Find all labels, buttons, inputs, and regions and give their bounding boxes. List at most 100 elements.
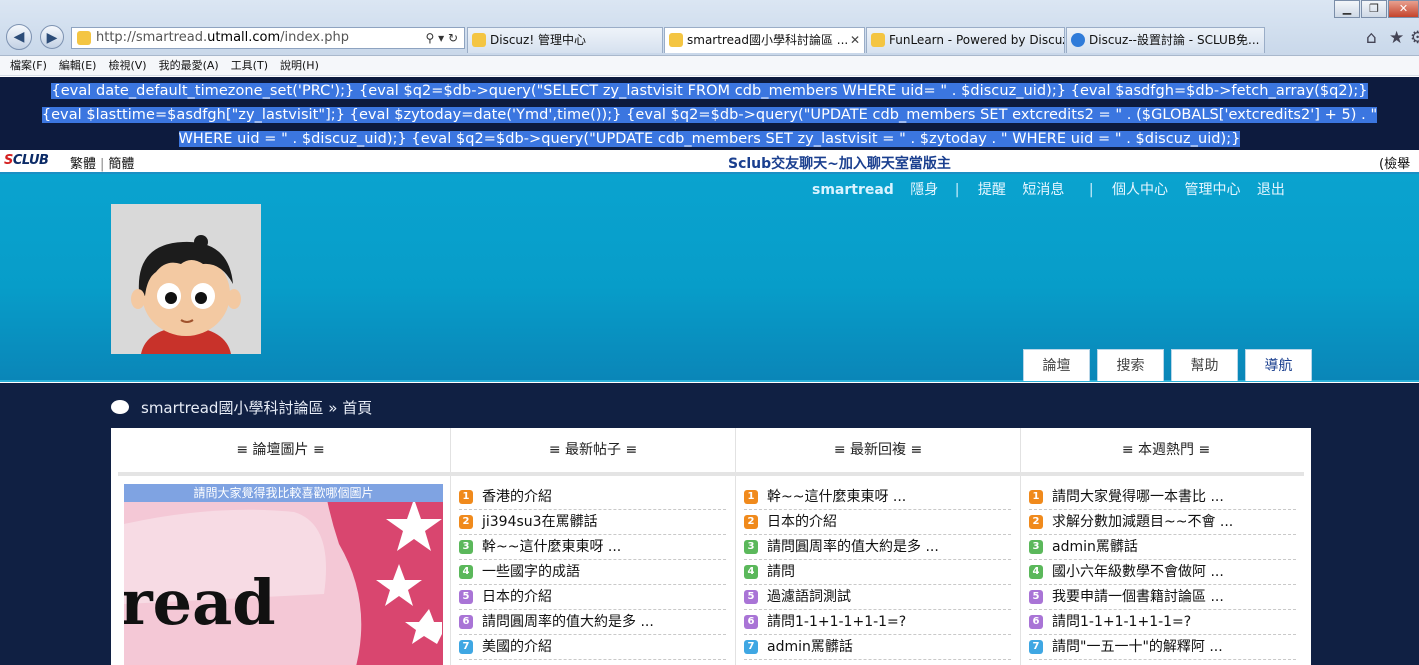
thread-title[interactable]: 過濾語詞測試 [767,589,851,605]
latest-threads-list: 1 香港的介紹 2 ji394su3在罵髒話 3 幹~~這什麼東東呀 ... 4 一些國… [459,485,726,660]
thread-title[interactable]: 請問1-1+1-1+1-1=? [767,614,906,630]
list-item[interactable]: 2 日本的介紹 [744,510,1011,535]
list-item[interactable]: 1 香港的介紹 [459,485,726,510]
thread-title[interactable]: 請問圓周率的值大約是多 ... [767,539,939,555]
tab-help[interactable]: 幫助 [1171,349,1238,381]
list-item[interactable]: 4 請問 [744,560,1011,585]
address-bar[interactable]: http://smartread.utmall.com/index.php ⚲ … [71,27,465,49]
menu-tools[interactable]: 工具(T) [225,56,274,76]
menu-edit[interactable]: 編輯(E) [53,56,103,76]
address-tools-icons[interactable]: ⚲ ▾ ↻ [426,28,459,48]
close-window-button[interactable]: ✕ [1388,0,1419,18]
menu-favorites[interactable]: 我的最愛(A) [153,56,225,76]
admincp-link[interactable]: 管理中心 [1184,182,1240,198]
language-switcher: 繁體 | 簡體 [70,157,135,172]
menu-help[interactable]: 說明(H) [274,56,325,76]
rank-badge: 1 [1029,490,1043,504]
usercp-link[interactable]: 個人中心 [1112,182,1168,198]
tab-smartread[interactable]: smartread國小學科討論區 ... ✕ [664,27,865,53]
thread-title[interactable]: 香港的介紹 [482,489,552,505]
list-item[interactable]: 6 請問1-1+1-1+1-1=? [1029,610,1296,635]
thread-title[interactable]: 一些國字的成語 [482,564,580,580]
tab-close-icon[interactable]: ✕ [850,28,860,52]
report-link[interactable]: (檢舉 [1379,153,1410,172]
menu-bar: 檔案(F) 編輯(E) 檢視(V) 我的最愛(A) 工具(T) 說明(H) [0,56,1419,76]
thread-title[interactable]: 請問1-1+1-1+1-1=? [1052,614,1191,630]
logout-link[interactable]: 退出 [1257,182,1285,198]
list-item[interactable]: 6 請問1-1+1-1+1-1=? [744,610,1011,635]
list-item[interactable]: 5 過濾語詞測試 [744,585,1011,610]
breadcrumb-separator: » [328,399,338,417]
minimize-button[interactable]: ▁ [1334,0,1360,18]
thread-title[interactable]: admin罵髒話 [767,639,853,655]
sclub-logo[interactable]: SCLUB [4,153,49,168]
site-favicon-icon [77,31,91,45]
tab-forum[interactable]: 論壇 [1023,349,1090,381]
back-button[interactable]: ◀ [6,24,32,50]
picture-caption: 請問大家覺得我比較喜歡哪個圖片 [124,484,443,502]
list-item[interactable]: 3 幹~~這什麼東東呀 ... [459,535,726,560]
list-item[interactable]: 3 請問圓周率的值大約是多 ... [744,535,1011,560]
list-item[interactable]: 5 日本的介紹 [459,585,726,610]
thread-title[interactable]: 請問"一五一十"的解釋阿 ... [1052,639,1223,655]
thread-title[interactable]: 請問大家覺得哪一本書比 ... [1052,489,1224,505]
rank-badge: 4 [1029,565,1043,579]
list-item[interactable]: 2 求解分數加減題目~~不會 ... [1029,510,1296,535]
list-item[interactable]: 4 國小六年級數學不會做阿 ... [1029,560,1296,585]
settings-gear-icon[interactable]: ⚙ [1410,28,1419,48]
thread-title[interactable]: 幹~~這什麼東東呀 ... [767,489,906,505]
thread-title[interactable]: 請問 [767,564,795,580]
tab-favicon-icon [472,33,486,47]
list-item[interactable]: 1 請問大家覺得哪一本書比 ... [1029,485,1296,510]
latest-threads-column: 1 香港的介紹 2 ji394su3在罵髒話 3 幹~~這什麼東東呀 ... 4 一些國… [451,476,736,665]
lang-traditional-link[interactable]: 繁體 [70,157,96,172]
remind-link[interactable]: 提醒 [978,182,1006,198]
menu-file[interactable]: 檔案(F) [0,56,53,76]
tab-funlearn[interactable]: FunLearn - Powered by Discuz! [866,27,1065,53]
list-item[interactable]: 3 admin罵髒話 [1029,535,1296,560]
maximize-button[interactable]: ❐ [1361,0,1387,18]
invisible-link[interactable]: 隱身 [910,182,938,198]
tab-navigation[interactable]: 導航 [1245,349,1312,381]
thread-title[interactable]: 日本的介紹 [482,589,552,605]
rank-badge: 1 [744,490,758,504]
thread-title[interactable]: 美國的介紹 [482,639,552,655]
username-link[interactable]: smartread [812,182,894,198]
thread-title[interactable]: 國小六年級數學不會做阿 ... [1052,564,1224,580]
tab-sclub-settings[interactable]: Discuz--設置討論 - SCLUB免... [1066,27,1265,53]
thread-title[interactable]: ji394su3在罵髒話 [482,514,598,530]
list-item[interactable]: 7 admin罵髒話 [744,635,1011,660]
rank-badge: 5 [744,590,758,604]
list-item[interactable]: 4 一些國字的成語 [459,560,726,585]
forum-picture[interactable]: read 請問大家覺得我比較喜歡哪個圖片 [124,484,443,665]
column-header-hot-week: ≡ 本週熱門 ≡ [1121,442,1211,458]
thread-title[interactable]: 幹~~這什麼東東呀 ... [482,539,621,555]
favorites-star-icon[interactable]: ★ [1389,28,1404,48]
list-item[interactable]: 7 美國的介紹 [459,635,726,660]
thread-title[interactable]: 我要申請一個書籍討論區 ... [1052,589,1224,605]
tab-search[interactable]: 搜索 [1097,349,1164,381]
thread-title[interactable]: 請問圓周率的值大約是多 ... [482,614,654,630]
avatar[interactable] [111,204,261,354]
breadcrumb-home: 首頁 [342,399,373,417]
thread-title[interactable]: admin罵髒話 [1052,539,1138,555]
list-item[interactable]: 5 我要申請一個書籍討論區 ... [1029,585,1296,610]
forward-button[interactable]: ▶ [40,25,64,49]
list-item[interactable]: 6 請問圓周率的值大約是多 ... [459,610,726,635]
pm-link[interactable]: 短消息 [1022,182,1064,198]
menu-view[interactable]: 檢視(V) [102,56,152,76]
thread-title[interactable]: 求解分數加減題目~~不會 ... [1052,514,1233,530]
rank-badge: 6 [459,615,473,629]
breadcrumb-forum-link[interactable]: smartread國小學科討論區 [141,399,323,417]
home-icon[interactable]: ⌂ [1366,28,1377,48]
tab-title: smartread國小學科討論區 ... [687,33,849,47]
list-item[interactable]: 1 幹~~這什麼東東呀 ... [744,485,1011,510]
list-item[interactable]: 2 ji394su3在罵髒話 [459,510,726,535]
sclub-promo-link[interactable]: Sclub交友聊天~加入聊天室當版主 [728,153,951,173]
url-prefix: http://smartread. [96,30,208,45]
tab-discuz-admin[interactable]: Discuz! 管理中心 [467,27,663,53]
lang-simplified-link[interactable]: 簡體 [108,157,134,172]
thread-title[interactable]: 日本的介紹 [767,514,837,530]
list-item[interactable]: 7 請問"一五一十"的解釋阿 ... [1029,635,1296,660]
url-domain: utmall.com [207,30,281,45]
